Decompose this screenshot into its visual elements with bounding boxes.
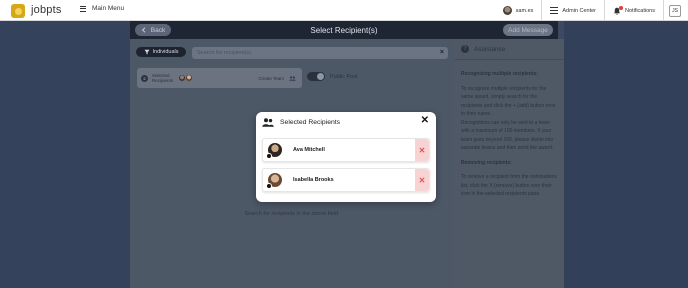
back-arrow-icon	[141, 27, 146, 33]
list-item: Isabella Brooks ✕	[262, 168, 430, 192]
search-hint-text: Search for recipients in the above field…	[244, 211, 340, 217]
user-name: sam.es	[515, 7, 534, 14]
team-icon[interactable]	[289, 75, 296, 81]
clear-search-icon[interactable]: ×	[440, 49, 444, 56]
avatar	[266, 173, 282, 189]
create-team-label[interactable]: Create Team	[258, 76, 284, 81]
user-profile-button[interactable]: sam.es	[495, 6, 542, 15]
search-input[interactable]: Search for recipient(s) ×	[192, 47, 448, 59]
modal-title: Selected Recipients	[280, 119, 341, 126]
back-label: Back	[150, 26, 166, 34]
avatar	[502, 6, 512, 15]
bell-icon	[613, 5, 624, 15]
notification-badge	[619, 5, 624, 10]
selected-count-badge: 2	[141, 74, 148, 82]
individuals-filter-button[interactable]: Individuals	[136, 47, 186, 57]
assistance-panel: ? Assistance Recognizing multiple recipi…	[454, 39, 564, 288]
assistance-heading-2: Removing recipients:	[461, 159, 512, 166]
admin-center-button[interactable]: Admin Center	[542, 7, 604, 14]
selected-recipients-modal: Selected Recipients ✕ Ava Mitchell ✕ Isa…	[256, 112, 436, 202]
logo-icon[interactable]	[11, 4, 25, 18]
right-background	[564, 21, 688, 288]
sliders-icon	[550, 7, 559, 14]
brand-name[interactable]: jobpts	[31, 4, 62, 16]
top-navigation-bar: jobpts Main Menu sam.es Admin Center Not…	[0, 0, 688, 21]
notifications-button[interactable]: Notifications	[605, 5, 663, 15]
add-message-button[interactable]: Add Message	[503, 24, 553, 36]
selected-recipients-card[interactable]: 2 Selected Recipients Create Team	[137, 68, 302, 88]
public-post-toggle[interactable]	[307, 72, 325, 81]
help-icon: ?	[461, 45, 469, 53]
selected-label: Selected Recipients	[152, 73, 174, 83]
assistance-text-1: To recognize multiple recipients for the…	[461, 85, 556, 118]
recipient-name: Isabella Brooks	[293, 177, 334, 183]
avatar	[185, 74, 193, 82]
filter-icon	[144, 49, 149, 55]
back-button[interactable]: Back	[135, 24, 171, 36]
notifications-label: Notifications	[625, 7, 655, 14]
avatar	[266, 143, 282, 159]
main-menu-button[interactable]: Main Menu	[80, 5, 124, 12]
people-icon	[262, 118, 274, 127]
public-post-label: Public Post	[330, 73, 358, 80]
list-item: Ava Mitchell ✕	[262, 138, 430, 162]
main-menu-label: Main Menu	[92, 5, 125, 12]
assistance-title: Assistance	[474, 45, 506, 53]
recipient-name: Ava Mitchell	[293, 147, 325, 153]
page-title: Select Recipient(s)	[310, 25, 378, 35]
remove-icon[interactable]: ✕	[415, 139, 429, 161]
assistance-text-3: To remove a recipient from the nominatio…	[461, 174, 557, 197]
close-icon[interactable]: ✕	[421, 116, 429, 126]
admin-center-label: Admin Center	[562, 7, 597, 14]
filter-label: Individuals	[152, 49, 179, 55]
remove-icon[interactable]: ✕	[415, 169, 429, 191]
assistance-heading-1: Recognizing multiple recipients:	[461, 71, 538, 77]
hamburger-icon	[80, 5, 86, 12]
search-placeholder: Search for recipient(s)	[197, 50, 252, 56]
user-initials-button[interactable]: JS	[669, 4, 681, 17]
page-header-bar: Back Select Recipient(s) Add Message	[130, 21, 558, 39]
assistance-text-2: Recognitions can only be sent to a team …	[461, 119, 554, 152]
left-background	[0, 21, 130, 288]
